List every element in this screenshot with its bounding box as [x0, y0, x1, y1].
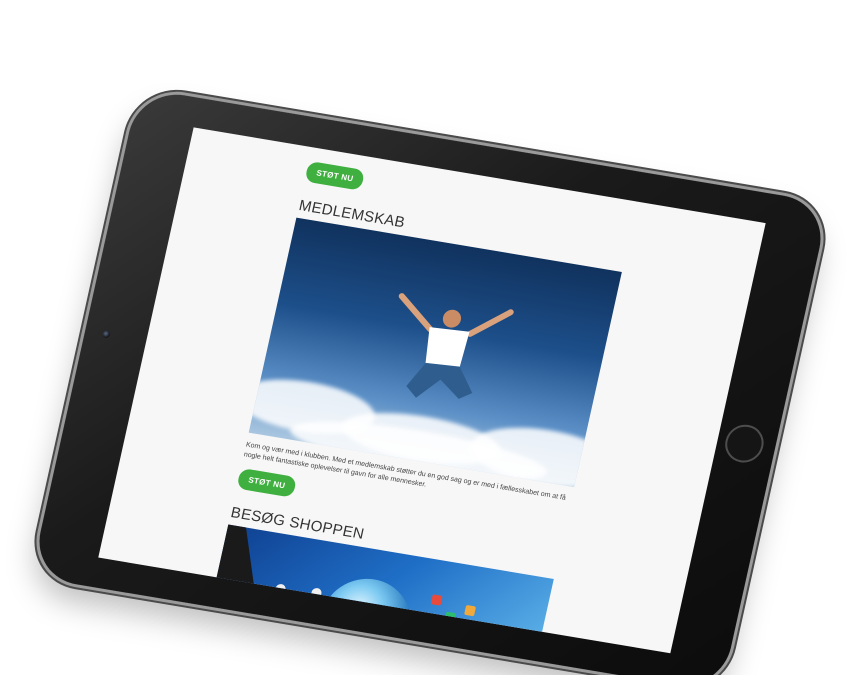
stage: STØT NU MEDLEMSKAB Kom og vær med i klub… — [0, 0, 862, 675]
support-button-bottom[interactable]: STØT NU — [236, 467, 298, 498]
support-button-top[interactable]: STØT NU — [304, 160, 366, 191]
tablet-device: STØT NU MEDLEMSKAB Kom og vær med i klub… — [30, 87, 830, 675]
page-content: STØT NU MEDLEMSKAB Kom og vær med i klub… — [202, 160, 644, 654]
jumping-man-icon — [398, 293, 514, 399]
tablet-screen: STØT NU MEDLEMSKAB Kom og vær med i klub… — [98, 127, 766, 654]
